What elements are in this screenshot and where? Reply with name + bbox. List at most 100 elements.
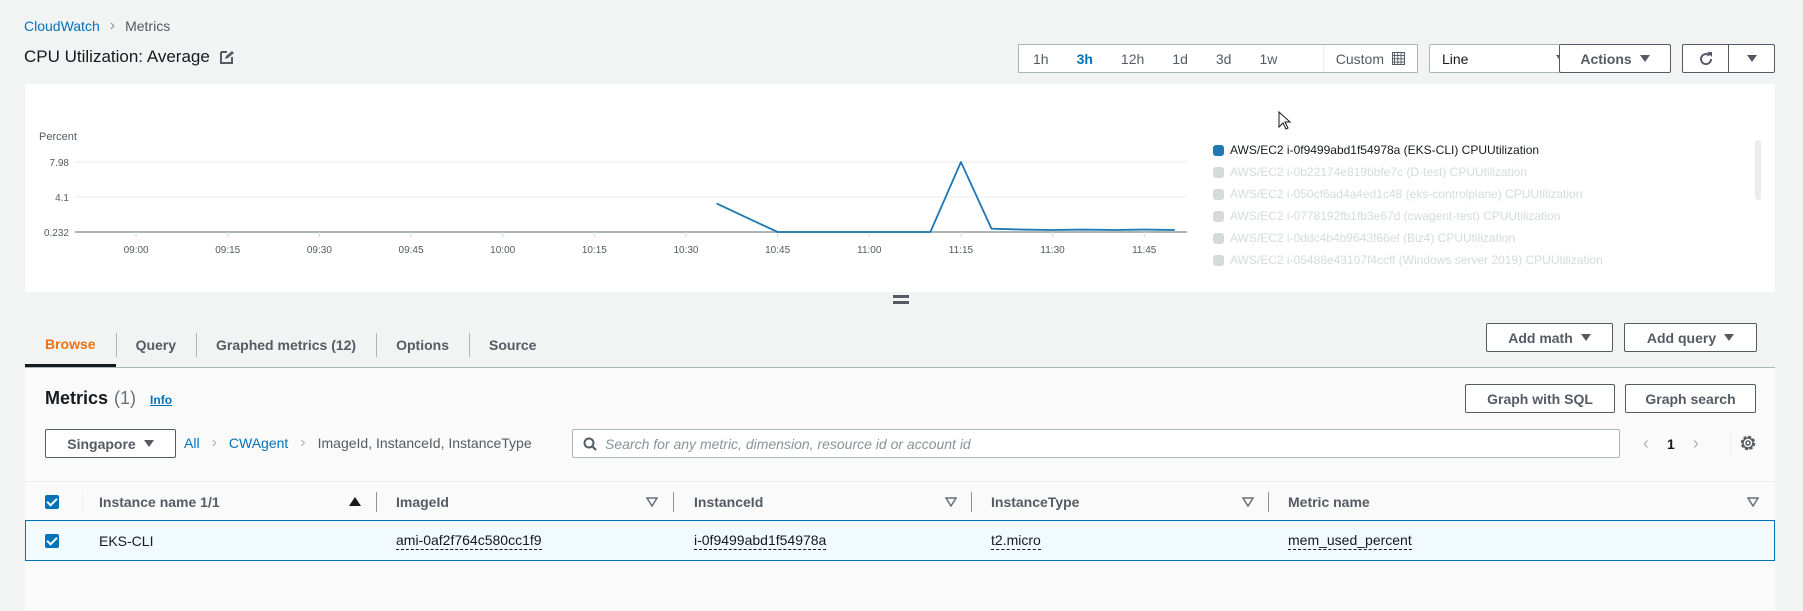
caret-down-icon xyxy=(1724,334,1735,341)
column-resizer[interactable] xyxy=(1268,492,1269,512)
legend-swatch-icon xyxy=(1213,188,1224,200)
checkbox-checked-icon xyxy=(45,533,59,548)
gear-icon[interactable] xyxy=(1738,433,1758,453)
tab-graphed-metrics[interactable]: Graphed metrics (12) xyxy=(196,323,376,367)
region-select[interactable]: Singapore xyxy=(45,429,176,458)
legend-item[interactable]: AWS/EC2 i-0778192fb1fb3e67d (cwagent-tes… xyxy=(1213,205,1743,227)
legend-item[interactable]: AWS/EC2 i-0f9499abd1f54978a (EKS-CLI) CP… xyxy=(1213,139,1743,161)
legend-label: AWS/EC2 i-050cf6ad4a4ed1c48 (eks-control… xyxy=(1230,187,1583,201)
actions-button[interactable]: Actions xyxy=(1559,44,1671,73)
sort-icon[interactable] xyxy=(1747,496,1759,507)
tab-query[interactable]: Query xyxy=(115,323,196,367)
x-tick-label: 11:15 xyxy=(949,245,974,256)
next-page-icon[interactable]: › xyxy=(1693,433,1699,454)
sort-icon[interactable] xyxy=(1242,496,1254,507)
legend-label: AWS/EC2 i-0f9499abd1f54978a (EKS-CLI) CP… xyxy=(1230,143,1540,157)
add-query-button[interactable]: Add query xyxy=(1624,323,1757,352)
legend-item[interactable]: AWS/EC2 i-05488e43107f4ccff (Windows ser… xyxy=(1213,249,1743,269)
column-resizer[interactable] xyxy=(971,492,972,512)
checkbox-checked-icon xyxy=(45,494,59,509)
column-header-instance-name[interactable]: Instance name 1/1 xyxy=(99,494,220,510)
x-tick-label: 10:00 xyxy=(490,245,515,256)
column-resizer[interactable] xyxy=(673,492,674,512)
metric-search-input[interactable] xyxy=(605,435,1619,452)
resize-handle[interactable] xyxy=(893,295,909,305)
caret-down-icon xyxy=(143,440,154,447)
breadcrumb-metrics: Metrics xyxy=(125,18,171,34)
x-tick-label: 09:15 xyxy=(215,245,240,256)
time-range-1w[interactable]: 1w xyxy=(1245,51,1291,67)
column-header-image-id[interactable]: ImageId xyxy=(396,494,449,510)
sort-icon[interactable] xyxy=(945,496,957,507)
table-row[interactable]: EKS-CLI ami-0af2f764c580cc1f9 i-0f9499ab… xyxy=(25,520,1775,561)
x-tick-label: 11:30 xyxy=(1040,245,1065,256)
sort-ascending-icon[interactable] xyxy=(349,497,361,506)
column-header-metric-name[interactable]: Metric name xyxy=(1288,494,1370,510)
actions-label: Actions xyxy=(1580,50,1632,67)
time-range-3h[interactable]: 3h xyxy=(1063,51,1107,67)
metric-filter-breadcrumb: All › CWAgent › ImageId, InstanceId, Ins… xyxy=(184,434,532,452)
x-tick-label: 10:45 xyxy=(765,245,790,256)
graph-search-label: Graph search xyxy=(1645,390,1736,407)
x-tick-label: 11:00 xyxy=(857,245,882,256)
tab-browse[interactable]: Browse xyxy=(25,323,116,367)
tab-list: Browse Query Graphed metrics (12) Option… xyxy=(25,323,556,367)
cell-metric-name[interactable]: mem_used_percent xyxy=(1288,532,1412,550)
cell-instance-id[interactable]: i-0f9499abd1f54978a xyxy=(694,532,827,550)
pagination: ‹ 1 › xyxy=(1643,433,1699,454)
refresh-button[interactable] xyxy=(1683,45,1729,72)
filter-namespace-link[interactable]: CWAgent xyxy=(229,435,288,451)
add-query-label: Add query xyxy=(1646,329,1717,346)
x-tick-label: 09:30 xyxy=(307,245,332,256)
tab-source[interactable]: Source xyxy=(469,323,556,367)
breadcrumb-separator-icon: › xyxy=(109,17,116,34)
graph-with-sql-button[interactable]: Graph with SQL xyxy=(1465,384,1615,413)
breadcrumb-cloudwatch[interactable]: CloudWatch xyxy=(24,18,100,34)
add-math-button[interactable]: Add math xyxy=(1486,323,1613,352)
prev-page-icon[interactable]: ‹ xyxy=(1643,433,1649,454)
mouse-cursor-icon xyxy=(1278,111,1292,130)
legend-item[interactable]: AWS/EC2 i-0ddc4b4b9643f66ef (Biz4) CPUUt… xyxy=(1213,227,1743,249)
table-header: Instance name 1/1 ImageId InstanceId Ins… xyxy=(25,481,1775,521)
legend-swatch-icon xyxy=(1213,232,1224,244)
caret-down-icon xyxy=(1746,55,1757,62)
legend-swatch-icon xyxy=(1213,210,1224,222)
cell-instance-type[interactable]: t2.micro xyxy=(991,532,1041,550)
pager-divider xyxy=(1730,430,1731,456)
time-range-1h[interactable]: 1h xyxy=(1019,51,1063,67)
column-header-instance-type[interactable]: InstanceType xyxy=(991,494,1079,510)
metrics-count: (1) xyxy=(114,388,137,408)
caret-down-icon xyxy=(1639,55,1650,62)
metrics-heading: Metrics (1) Info xyxy=(45,388,172,409)
line-chart: Percent 7.98 4.1 0.232 09:00 09:15 09:30 09:45 1… xyxy=(39,131,1187,256)
y-tick-label: 4.1 xyxy=(55,193,69,204)
edit-icon[interactable] xyxy=(219,50,234,64)
time-range-12h[interactable]: 12h xyxy=(1107,51,1158,67)
filter-dimensions: ImageId, InstanceId, InstanceType xyxy=(317,435,532,451)
filter-all-link[interactable]: All xyxy=(184,435,200,451)
time-range-3d[interactable]: 3d xyxy=(1202,51,1246,67)
y-tick-label: 7.98 xyxy=(50,158,70,169)
graph-search-button[interactable]: Graph search xyxy=(1625,384,1756,413)
refresh-options-button[interactable] xyxy=(1729,45,1774,72)
info-link[interactable]: Info xyxy=(150,393,172,407)
column-header-instance-id[interactable]: InstanceId xyxy=(694,494,763,510)
legend-item[interactable]: AWS/EC2 i-0b22174e819bbfe7c (D-test) CPU… xyxy=(1213,161,1743,183)
legend-scrollbar[interactable] xyxy=(1755,140,1761,200)
time-range-1d[interactable]: 1d xyxy=(1158,51,1202,67)
legend-item[interactable]: AWS/EC2 i-050cf6ad4a4ed1c48 (eks-control… xyxy=(1213,183,1743,205)
breadcrumb: CloudWatch › Metrics xyxy=(24,17,170,35)
legend-label: AWS/EC2 i-0b22174e819bbfe7c (D-test) CPU… xyxy=(1230,165,1528,179)
cell-image-id[interactable]: ami-0af2f764c580cc1f9 xyxy=(396,532,542,550)
row-checkbox[interactable] xyxy=(45,533,59,548)
current-page[interactable]: 1 xyxy=(1667,436,1675,452)
sort-icon[interactable] xyxy=(646,496,658,507)
metric-search-box xyxy=(572,429,1620,458)
column-resizer[interactable] xyxy=(376,492,377,512)
graph-type-select[interactable]: Line xyxy=(1429,44,1579,73)
refresh-split-button xyxy=(1682,44,1775,73)
y-tick-label: 0.232 xyxy=(44,228,69,239)
select-all-checkbox[interactable] xyxy=(45,494,59,509)
time-range-custom[interactable]: Custom xyxy=(1322,45,1417,72)
tab-options[interactable]: Options xyxy=(376,323,469,367)
